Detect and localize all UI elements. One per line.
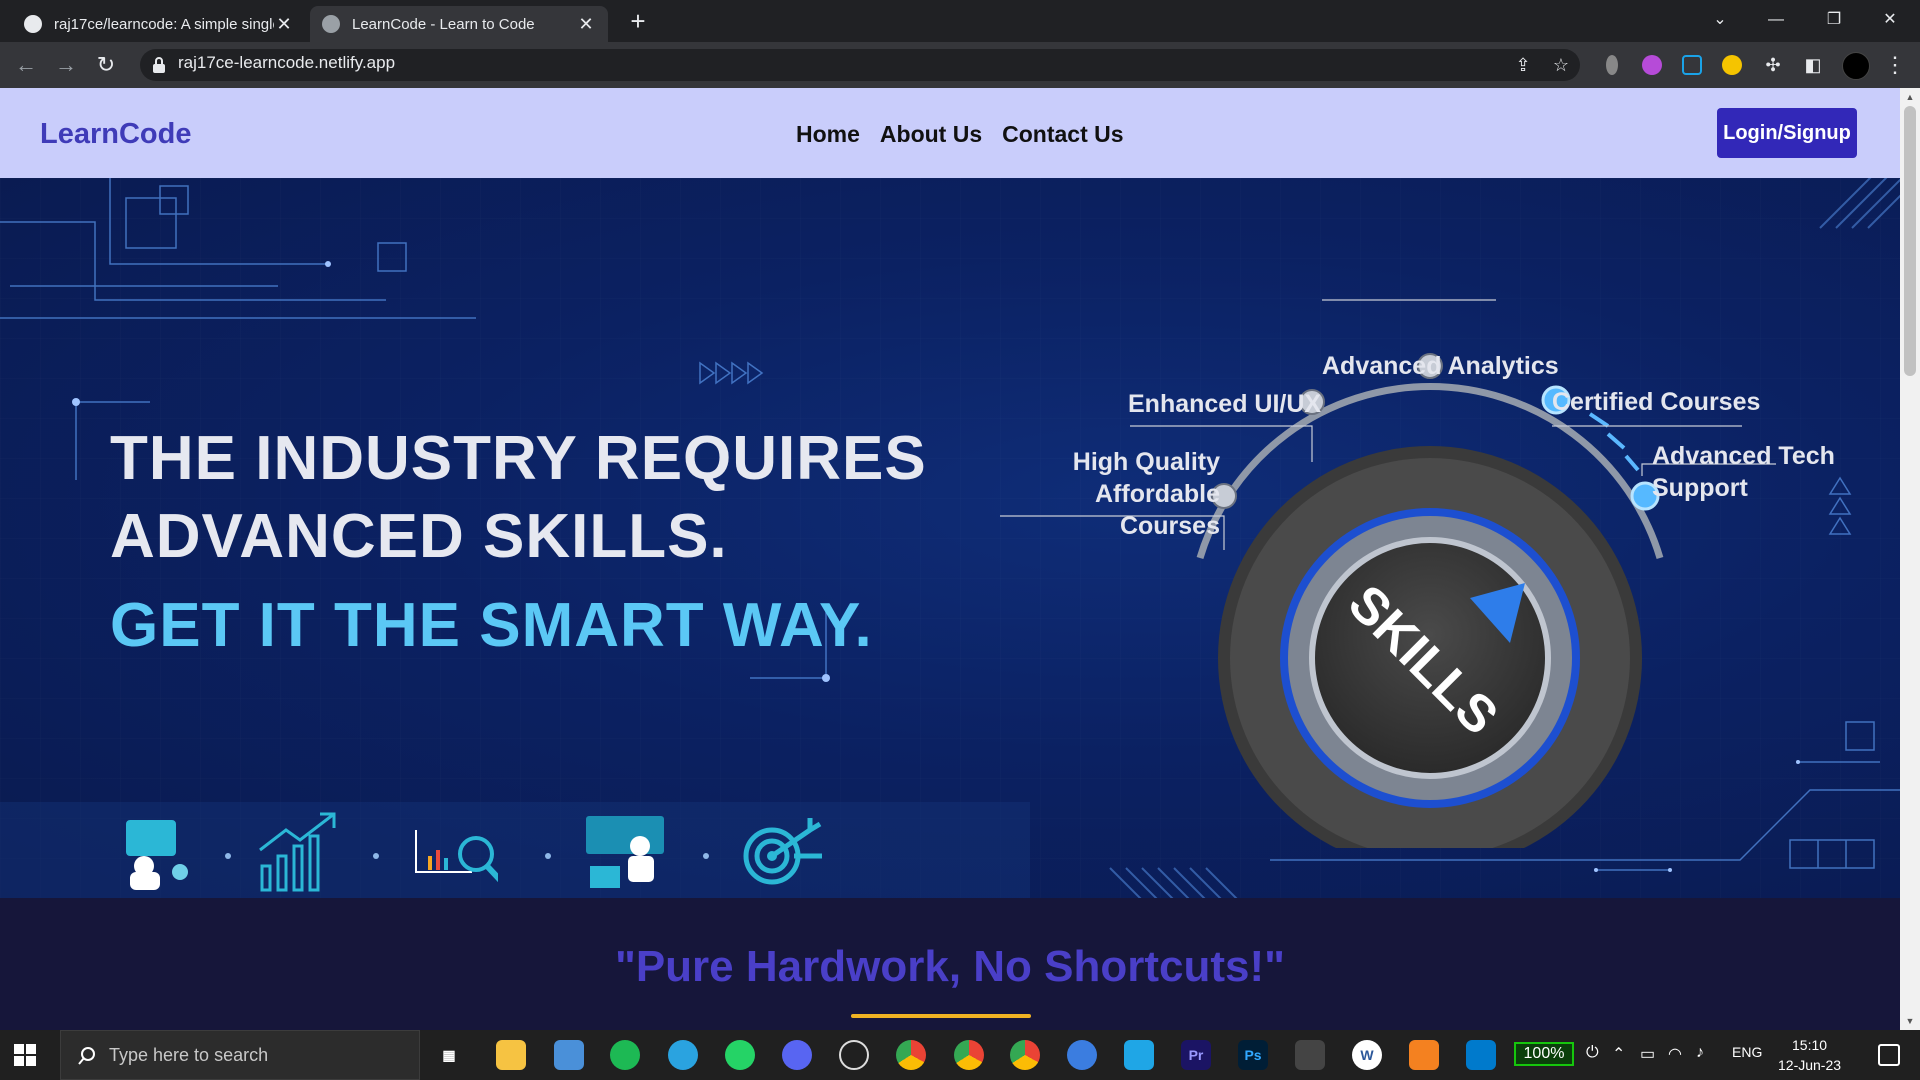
firefox-icon[interactable] bbox=[1067, 1040, 1097, 1070]
tab-title: LearnCode - Learn to Code bbox=[352, 15, 535, 33]
skill-label-line: Affordable Courses bbox=[1095, 480, 1220, 540]
word-icon[interactable]: W bbox=[1352, 1040, 1382, 1070]
side-panel-icon[interactable]: ◧ bbox=[1802, 54, 1824, 76]
close-tab-icon[interactable]: ✕ bbox=[274, 14, 294, 35]
url-text[interactable]: raj17ce-learncode.netlify.app bbox=[178, 53, 395, 73]
sublime-icon[interactable] bbox=[1409, 1040, 1439, 1070]
task-view-icon[interactable]: ▦ bbox=[434, 1040, 464, 1070]
laptop-icon[interactable] bbox=[554, 1040, 584, 1070]
battery-indicator[interactable]: 100% bbox=[1514, 1042, 1574, 1066]
quote-section: "Pure Hardwork, No Shortcuts!" bbox=[0, 898, 1900, 1030]
windows-taskbar: Type here to search ▦ Pr Ps W 100% ⏻ ⌃ ▭… bbox=[0, 1030, 1920, 1080]
reload-icon[interactable]: ↻ bbox=[92, 51, 120, 79]
site-navbar: LearnCode Home About Us Contact Us Login… bbox=[0, 88, 1900, 178]
label-leader-lines bbox=[1000, 299, 1776, 550]
scrollbar-thumb[interactable] bbox=[1904, 106, 1916, 376]
language-indicator[interactable]: ENG bbox=[1732, 1044, 1762, 1060]
tab-learncode[interactable]: LearnCode - Learn to Code ✕ bbox=[310, 6, 608, 42]
clock-time: 15:10 bbox=[1792, 1037, 1828, 1053]
windows-start-icon[interactable] bbox=[14, 1044, 36, 1066]
whatsapp-icon[interactable] bbox=[725, 1040, 755, 1070]
search-icon bbox=[78, 1047, 95, 1065]
hero-banner: THE INDUSTRY REQUIRES ADVANCED SKILLS. G… bbox=[0, 178, 1900, 898]
nav-home[interactable]: Home bbox=[796, 121, 860, 148]
login-signup-button[interactable]: Login/Signup bbox=[1717, 108, 1857, 158]
terminal-icon[interactable] bbox=[1295, 1040, 1325, 1070]
scroll-down-icon[interactable]: ▼ bbox=[1904, 1016, 1916, 1026]
new-tab-button[interactable]: + bbox=[624, 8, 652, 36]
brand-logo[interactable]: LearnCode bbox=[40, 118, 191, 151]
tab-title: raj17ce/learncode: A simple single bbox=[54, 15, 274, 33]
nav-about-us[interactable]: About Us bbox=[880, 121, 982, 148]
puzzle-icon[interactable]: ✣ bbox=[1762, 54, 1784, 76]
github-icon bbox=[24, 15, 42, 33]
volume-icon[interactable]: ♪ bbox=[1696, 1044, 1704, 1062]
notification-icon[interactable] bbox=[1878, 1044, 1900, 1066]
system-clock[interactable]: 15:10 12-Jun-23 bbox=[1778, 1035, 1841, 1075]
feature-icon-strip bbox=[0, 802, 1030, 898]
motto-heading: "Pure Hardwork, No Shortcuts!" bbox=[614, 942, 1286, 991]
battery-icon[interactable]: ▭ bbox=[1640, 1044, 1655, 1064]
skill-label-hq: High Quality Affordable Courses bbox=[1004, 446, 1220, 542]
minimize-icon[interactable]: — bbox=[1748, 0, 1804, 42]
chrome-alt-icon[interactable] bbox=[1010, 1040, 1040, 1070]
telegram-icon[interactable] bbox=[668, 1040, 698, 1070]
chevron-up-icon[interactable]: ⌃ bbox=[1612, 1044, 1625, 1064]
lock-icon bbox=[153, 57, 165, 73]
share-icon[interactable]: ⇪ bbox=[1512, 54, 1534, 76]
search-placeholder: Type here to search bbox=[109, 1045, 269, 1065]
file-explorer-icon[interactable] bbox=[496, 1040, 526, 1070]
nav-contact-us[interactable]: Contact Us bbox=[1002, 121, 1123, 148]
address-bar-row: ← → ↻ raj17ce-learncode.netlify.app ⇪ ☆ … bbox=[0, 42, 1920, 88]
close-window-icon[interactable]: ✕ bbox=[1862, 0, 1918, 42]
skill-label-line: High Quality bbox=[1072, 448, 1220, 476]
send-icon[interactable] bbox=[1124, 1040, 1154, 1070]
page-scrollbar[interactable]: ▲ ▼ bbox=[1900, 88, 1920, 1030]
clock-date: 12-Jun-23 bbox=[1778, 1057, 1842, 1073]
chrome-icon[interactable] bbox=[896, 1040, 926, 1070]
skill-label-certified: Certified Courses bbox=[1552, 388, 1761, 416]
wifi-icon[interactable]: ◠ bbox=[1668, 1044, 1682, 1064]
extension-icon[interactable] bbox=[1682, 55, 1702, 75]
skill-label-tech-support: Advanced Tech Support bbox=[1652, 440, 1835, 504]
skill-label-line: Support bbox=[1652, 474, 1748, 502]
spotify-icon[interactable] bbox=[610, 1040, 640, 1070]
photoshop-icon[interactable]: Ps bbox=[1238, 1040, 1268, 1070]
vscode-icon[interactable] bbox=[1466, 1040, 1496, 1070]
skill-label-analytics: Advanced Analytics bbox=[1322, 352, 1559, 380]
main-menu: Home About Us Contact Us bbox=[796, 121, 1124, 148]
tab-github[interactable]: raj17ce/learncode: A simple single ✕ bbox=[12, 6, 306, 42]
back-icon[interactable]: ← bbox=[12, 51, 40, 79]
obs-icon[interactable] bbox=[839, 1040, 869, 1070]
menu-kebab-icon[interactable]: ⋮ bbox=[1884, 52, 1906, 78]
premiere-icon[interactable]: Pr bbox=[1181, 1040, 1211, 1070]
restore-icon[interactable]: ❐ bbox=[1806, 0, 1862, 42]
browser-tab-bar: raj17ce/learncode: A simple single ✕ Lea… bbox=[0, 0, 1920, 42]
chrome-profile-icon[interactable] bbox=[954, 1040, 984, 1070]
taskbar-search[interactable]: Type here to search bbox=[60, 1030, 420, 1080]
page-viewport: LearnCode Home About Us Contact Us Login… bbox=[0, 88, 1900, 1030]
motto-underline bbox=[851, 1014, 1031, 1018]
skill-label-uiux: Enhanced UI/UX bbox=[1128, 390, 1322, 418]
forward-icon[interactable]: → bbox=[52, 51, 80, 79]
bookmark-star-icon[interactable]: ☆ bbox=[1550, 54, 1572, 76]
tab-search-icon[interactable]: ⌄ bbox=[1692, 0, 1748, 42]
skill-label-line: Advanced Tech bbox=[1652, 442, 1835, 470]
extension-icon[interactable] bbox=[1722, 55, 1742, 75]
power-icon[interactable]: ⏻ bbox=[1586, 1044, 1599, 1062]
close-tab-icon[interactable]: ✕ bbox=[576, 14, 596, 35]
extension-icon[interactable] bbox=[1606, 55, 1618, 75]
strip-dots bbox=[225, 853, 709, 859]
discord-icon[interactable] bbox=[782, 1040, 812, 1070]
extension-icon[interactable] bbox=[1642, 55, 1662, 75]
globe-icon bbox=[322, 15, 340, 33]
avatar[interactable] bbox=[1842, 52, 1870, 80]
scroll-up-icon[interactable]: ▲ bbox=[1904, 92, 1916, 102]
